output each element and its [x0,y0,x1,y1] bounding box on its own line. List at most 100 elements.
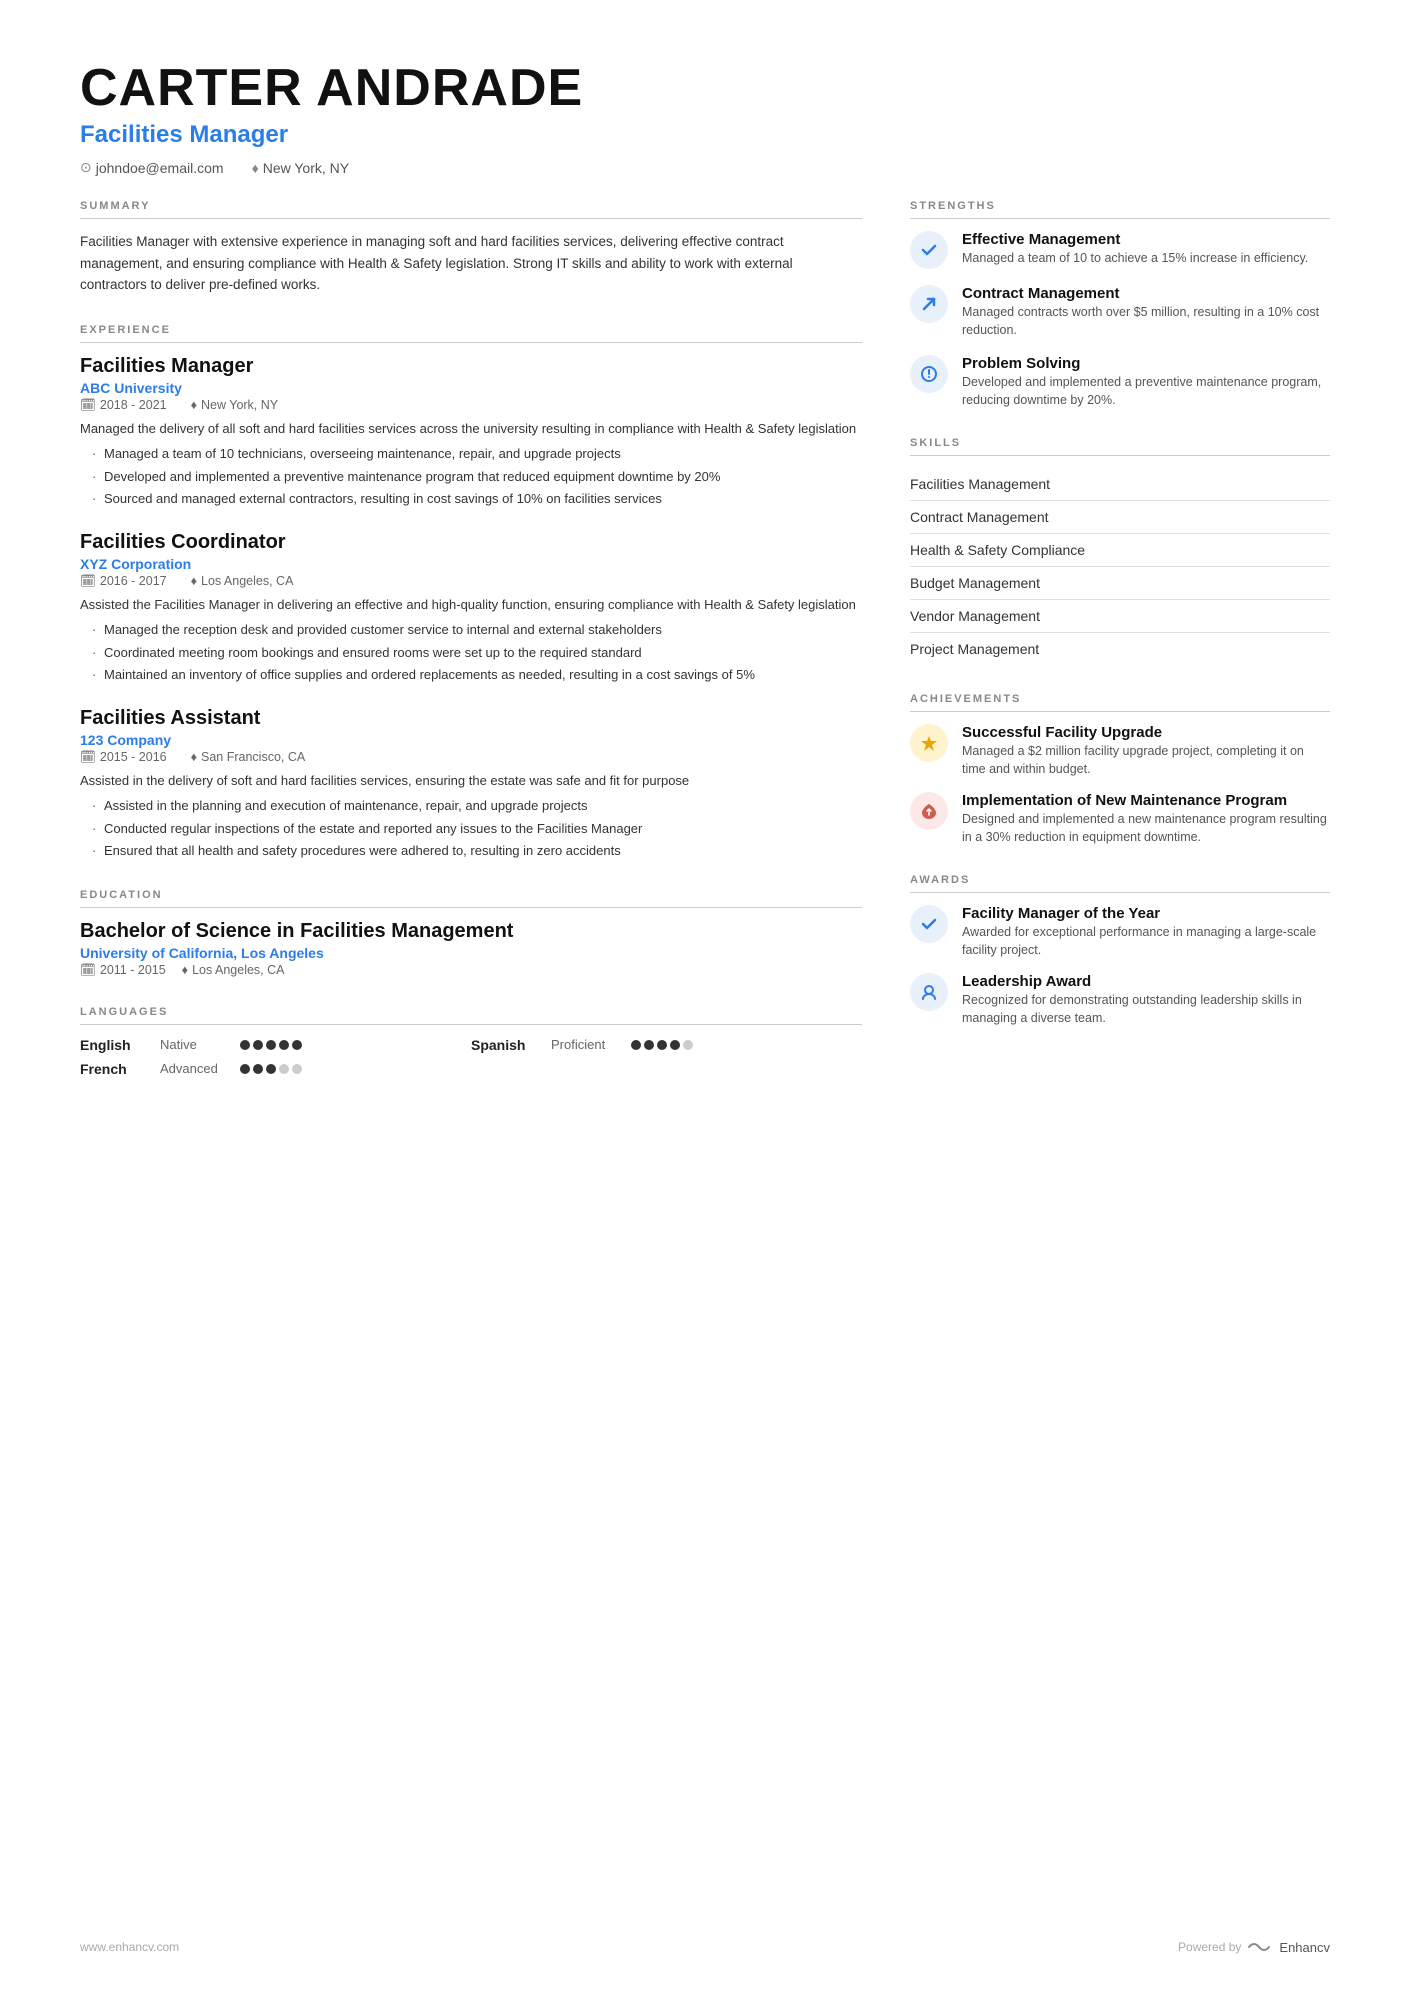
exp-location-2: ♦ Los Angeles, CA [191,574,294,588]
exp-bullets-3: Assisted in the planning and execution o… [80,796,862,861]
education-title: EDUCATION [80,889,862,908]
dot-f5 [292,1064,302,1074]
achievement-content-1: Successful Facility Upgrade Managed a $2… [962,724,1330,778]
lang-name-english: English [80,1037,150,1053]
achievement-title-2: Implementation of New Maintenance Progra… [962,792,1330,809]
strength-content-1: Effective Management Managed a team of 1… [962,231,1308,268]
skill-3: Health & Safety Compliance [910,534,1330,567]
strength-desc-1: Managed a team of 10 to achieve a 15% in… [962,250,1308,268]
strength-icon-1 [910,231,948,269]
strength-1: Effective Management Managed a team of 1… [910,231,1330,269]
awards-title: AWARDS [910,874,1330,893]
company-1: ABC University [80,380,862,396]
exp-desc-1: Managed the delivery of all soft and har… [80,419,862,439]
skills-title: SKILLS [910,437,1330,456]
strength-title-2: Contract Management [962,285,1330,302]
email-contact: ⊙ johndoe@email.com [80,159,224,176]
lang-english: English Native [80,1037,471,1053]
job-title-1: Facilities Manager [80,355,862,378]
company-3: 123 Company [80,732,862,748]
email-icon: ⊙ [80,159,92,176]
exp-location-3: ♦ San Francisco, CA [191,750,306,764]
lang-name-spanish: Spanish [471,1037,541,1053]
contact-info: ⊙ johndoe@email.com ♦ New York, NY [80,159,1330,176]
achievement-title-1: Successful Facility Upgrade [962,724,1330,741]
dot-f1 [240,1064,250,1074]
bullet-3-1: Assisted in the planning and execution o… [92,796,862,816]
pin-icon-1: ♦ [191,398,197,412]
bullet-3-3: Ensured that all health and safety proce… [92,841,862,861]
footer-brand: Powered by Enhancv [1178,1939,1330,1955]
edu-location: ♦ Los Angeles, CA [182,963,285,977]
dot-f4 [279,1064,289,1074]
bullet-1-1: Managed a team of 10 technicians, overse… [92,444,862,464]
languages-section: LANGUAGES English Native [80,1006,862,1077]
left-column: SUMMARY Facilities Manager with extensiv… [80,200,862,1899]
pin-icon-2: ♦ [191,574,197,588]
lang-level-english: Native [160,1037,230,1052]
summary-text: Facilities Manager with extensive experi… [80,231,862,296]
exp-item-3: Facilities Assistant 123 Company 🗓 2015 … [80,707,862,861]
exp-years-2: 🗓 2016 - 2017 [80,574,167,589]
brand-name: Enhancv [1279,1940,1330,1955]
exp-desc-3: Assisted in the delivery of soft and har… [80,771,862,791]
skill-1: Facilities Management [910,468,1330,501]
achievement-2: Implementation of New Maintenance Progra… [910,792,1330,846]
exp-meta-2: 🗓 2016 - 2017 ♦ Los Angeles, CA [80,574,862,589]
strength-desc-2: Managed contracts worth over $5 million,… [962,304,1330,339]
exp-location-1: ♦ New York, NY [191,398,279,412]
award-title-1: Facility Manager of the Year [962,905,1330,922]
experience-section: EXPERIENCE Facilities Manager ABC Univer… [80,324,862,861]
lang-dots-english [240,1040,302,1050]
bullet-2-1: Managed the reception desk and provided … [92,620,862,640]
skill-4: Budget Management [910,567,1330,600]
edu-school: University of California, Los Angeles [80,945,862,961]
cal-icon-edu: 🗓 [80,963,96,978]
achievements-section: ACHIEVEMENTS Successful Facility Upgrade… [910,693,1330,846]
dot-e4 [279,1040,289,1050]
resume-header: CARTER ANDRADE Facilities Manager ⊙ john… [80,60,1330,176]
dot-f3 [266,1064,276,1074]
location-icon: ♦ [252,160,259,176]
dot-s1 [631,1040,641,1050]
exp-meta-3: 🗓 2015 - 2016 ♦ San Francisco, CA [80,750,862,765]
bullet-1-2: Developed and implemented a preventive m… [92,467,862,487]
exp-bullets-2: Managed the reception desk and provided … [80,620,862,685]
lang-spanish: Spanish Proficient [471,1037,862,1053]
bullet-2-3: Maintained an inventory of office suppli… [92,665,862,685]
skills-section: SKILLS Facilities Management Contract Ma… [910,437,1330,665]
calendar-icon-1: 🗓 [80,398,96,413]
pin-icon-edu: ♦ [182,963,188,977]
languages-grid: English Native Spanish Profici [80,1037,862,1077]
award-2: Leadership Award Recognized for demonstr… [910,973,1330,1027]
strength-3: Problem Solving Developed and implemente… [910,355,1330,409]
education-section: EDUCATION Bachelor of Science in Facilit… [80,889,862,978]
bullet-1-3: Sourced and managed external contractors… [92,489,862,509]
strengths-title: STRENGTHS [910,200,1330,219]
dot-e2 [253,1040,263,1050]
award-icon-2 [910,973,948,1011]
lang-level-french: Advanced [160,1061,230,1076]
job-title-3: Facilities Assistant [80,707,862,730]
lang-dots-french [240,1064,302,1074]
award-1: Facility Manager of the Year Awarded for… [910,905,1330,959]
dot-e3 [266,1040,276,1050]
candidate-name: CARTER ANDRADE [80,60,1330,117]
achievement-content-2: Implementation of New Maintenance Progra… [962,792,1330,846]
exp-item-1: Facilities Manager ABC University 🗓 2018… [80,355,862,509]
footer: www.enhancv.com Powered by Enhancv [80,1919,1330,1955]
exp-meta-1: 🗓 2018 - 2021 ♦ New York, NY [80,398,862,413]
exp-years-3: 🗓 2015 - 2016 [80,750,167,765]
footer-website: www.enhancv.com [80,1940,179,1954]
lang-level-spanish: Proficient [551,1037,621,1052]
exp-desc-2: Assisted the Facilities Manager in deliv… [80,595,862,615]
dot-s3 [657,1040,667,1050]
location-contact: ♦ New York, NY [252,160,350,176]
awards-section: AWARDS Facility Manager of the Year Awar… [910,874,1330,1027]
bullet-2-2: Coordinated meeting room bookings and en… [92,643,862,663]
skill-2: Contract Management [910,501,1330,534]
award-desc-1: Awarded for exceptional performance in m… [962,924,1330,959]
strength-content-3: Problem Solving Developed and implemente… [962,355,1330,409]
candidate-title: Facilities Manager [80,121,1330,149]
skill-6: Project Management [910,633,1330,665]
